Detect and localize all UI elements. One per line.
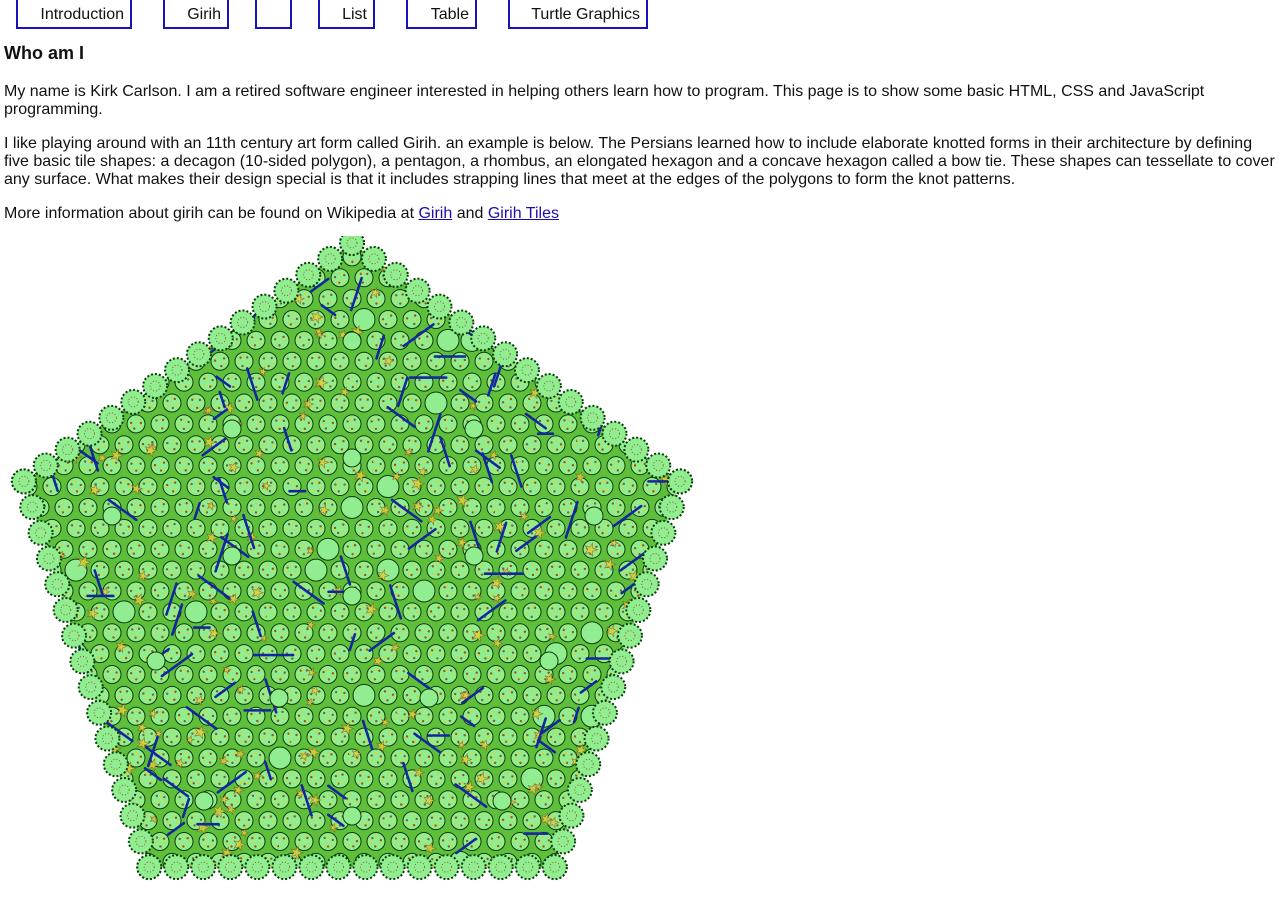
nav-blank-button[interactable] [255, 0, 292, 29]
main-content: Who am I My name is Kirk Carlson. I am a… [4, 40, 1276, 222]
girih-description-paragraph: I like playing around with an 11th centu… [4, 135, 1275, 188]
nav-girih-button[interactable]: Girih [163, 0, 229, 29]
more-info-middle: and [452, 205, 488, 222]
page-title: Who am I [4, 43, 84, 63]
girih-link[interactable]: Girih [418, 205, 452, 222]
girih-tiles-link[interactable]: Girih Tiles [488, 205, 559, 222]
girih-pattern-canvas [10, 236, 694, 881]
more-info-prefix: More information about girih can be foun… [4, 205, 419, 222]
top-nav: Introduction Girih List Table Turtle Gra… [0, 0, 1279, 34]
more-info-paragraph: More information about girih can be foun… [4, 205, 1274, 223]
nav-turtle-graphics-button[interactable]: Turtle Graphics [508, 0, 648, 29]
nav-table-button[interactable]: Table [406, 0, 477, 29]
nav-list-button[interactable]: List [318, 0, 375, 29]
intro-paragraph: My name is Kirk Carlson. I am a retired … [4, 83, 1205, 118]
girih-tiles [23, 243, 681, 868]
nav-introduction-button[interactable]: Introduction [16, 0, 132, 29]
girih-pattern-image [4, 236, 704, 908]
